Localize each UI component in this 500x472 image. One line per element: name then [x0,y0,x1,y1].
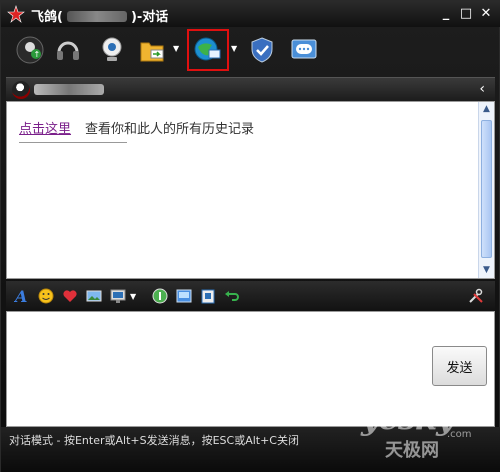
highlight-frame [187,29,229,71]
picture-icon[interactable] [176,288,192,304]
main-toolbar: ↑ ▼ ▼ [1,27,500,73]
watermark-text: 天极网 [385,440,439,461]
screenshot-icon[interactable] [110,288,126,304]
app-star-icon [7,5,25,23]
close-icon[interactable]: ✕ [477,6,495,22]
send-file-icon[interactable] [137,35,167,65]
history-description: 查看你和此人的所有历史记录 [85,122,255,137]
send-file-dropdown-icon[interactable]: ▼ [173,45,181,53]
clipboard-icon[interactable] [200,288,216,304]
webcam-icon[interactable] [97,35,127,65]
scroll-down-icon[interactable]: ▼ [479,263,494,278]
history-divider [19,142,127,143]
contact-header: ‹ [6,77,495,101]
settings-icon[interactable] [468,288,484,304]
screenshot-dropdown-icon[interactable]: ▼ [130,293,138,301]
maximize-icon[interactable]: □ [457,6,475,22]
message-history-icon[interactable] [289,35,319,65]
window-title: 飞鸽()-对话 [31,10,169,25]
video-chat-icon[interactable]: ↑ [15,35,45,65]
svg-text:↑: ↑ [34,50,41,59]
emoticon-icon[interactable] [38,288,54,304]
image-icon[interactable] [86,288,102,304]
svg-text:A: A [14,288,27,304]
view-history-link[interactable]: 点击这里 [19,118,71,137]
status-text: 对话模式 - 按Enter或Alt+S发送消息，按ESC或Alt+C关闭 [9,434,299,447]
contact-avatar[interactable] [12,81,30,99]
watermark-logo: yesky [361,399,455,437]
undo-icon[interactable] [224,288,240,304]
scroll-thumb[interactable] [481,120,492,258]
format-toolbar: A ▼ [6,281,495,311]
scroll-up-icon[interactable]: ▲ [479,102,494,117]
chat-bubble-icon[interactable] [152,288,168,304]
collapse-panel-icon[interactable]: ‹ [479,81,485,97]
security-icon[interactable] [247,35,277,65]
title-bar[interactable]: 飞鸽()-对话 _ □ ✕ [1,1,500,27]
redacted-contact-name [34,84,104,95]
send-button[interactable]: 发送 [432,346,487,386]
redacted-contact-id [66,11,127,22]
voice-chat-icon[interactable] [53,35,83,65]
watermark-suffix: .com [447,429,472,440]
minimize-icon[interactable]: _ [437,6,455,22]
conversation-scrollbar[interactable]: ▲ ▼ [478,102,494,278]
conversation-panel[interactable]: 点击这里 查看你和此人的所有历史记录 ▲ ▼ [6,101,495,279]
heart-icon[interactable] [62,288,78,304]
chat-window: 飞鸽()-对话 _ □ ✕ ↑ ▼ ▼ ‹ 点击这里 查看你和此人的所有历史记… [0,0,500,472]
remote-assist-dropdown-icon[interactable]: ▼ [231,45,239,53]
font-icon[interactable]: A [14,288,30,304]
